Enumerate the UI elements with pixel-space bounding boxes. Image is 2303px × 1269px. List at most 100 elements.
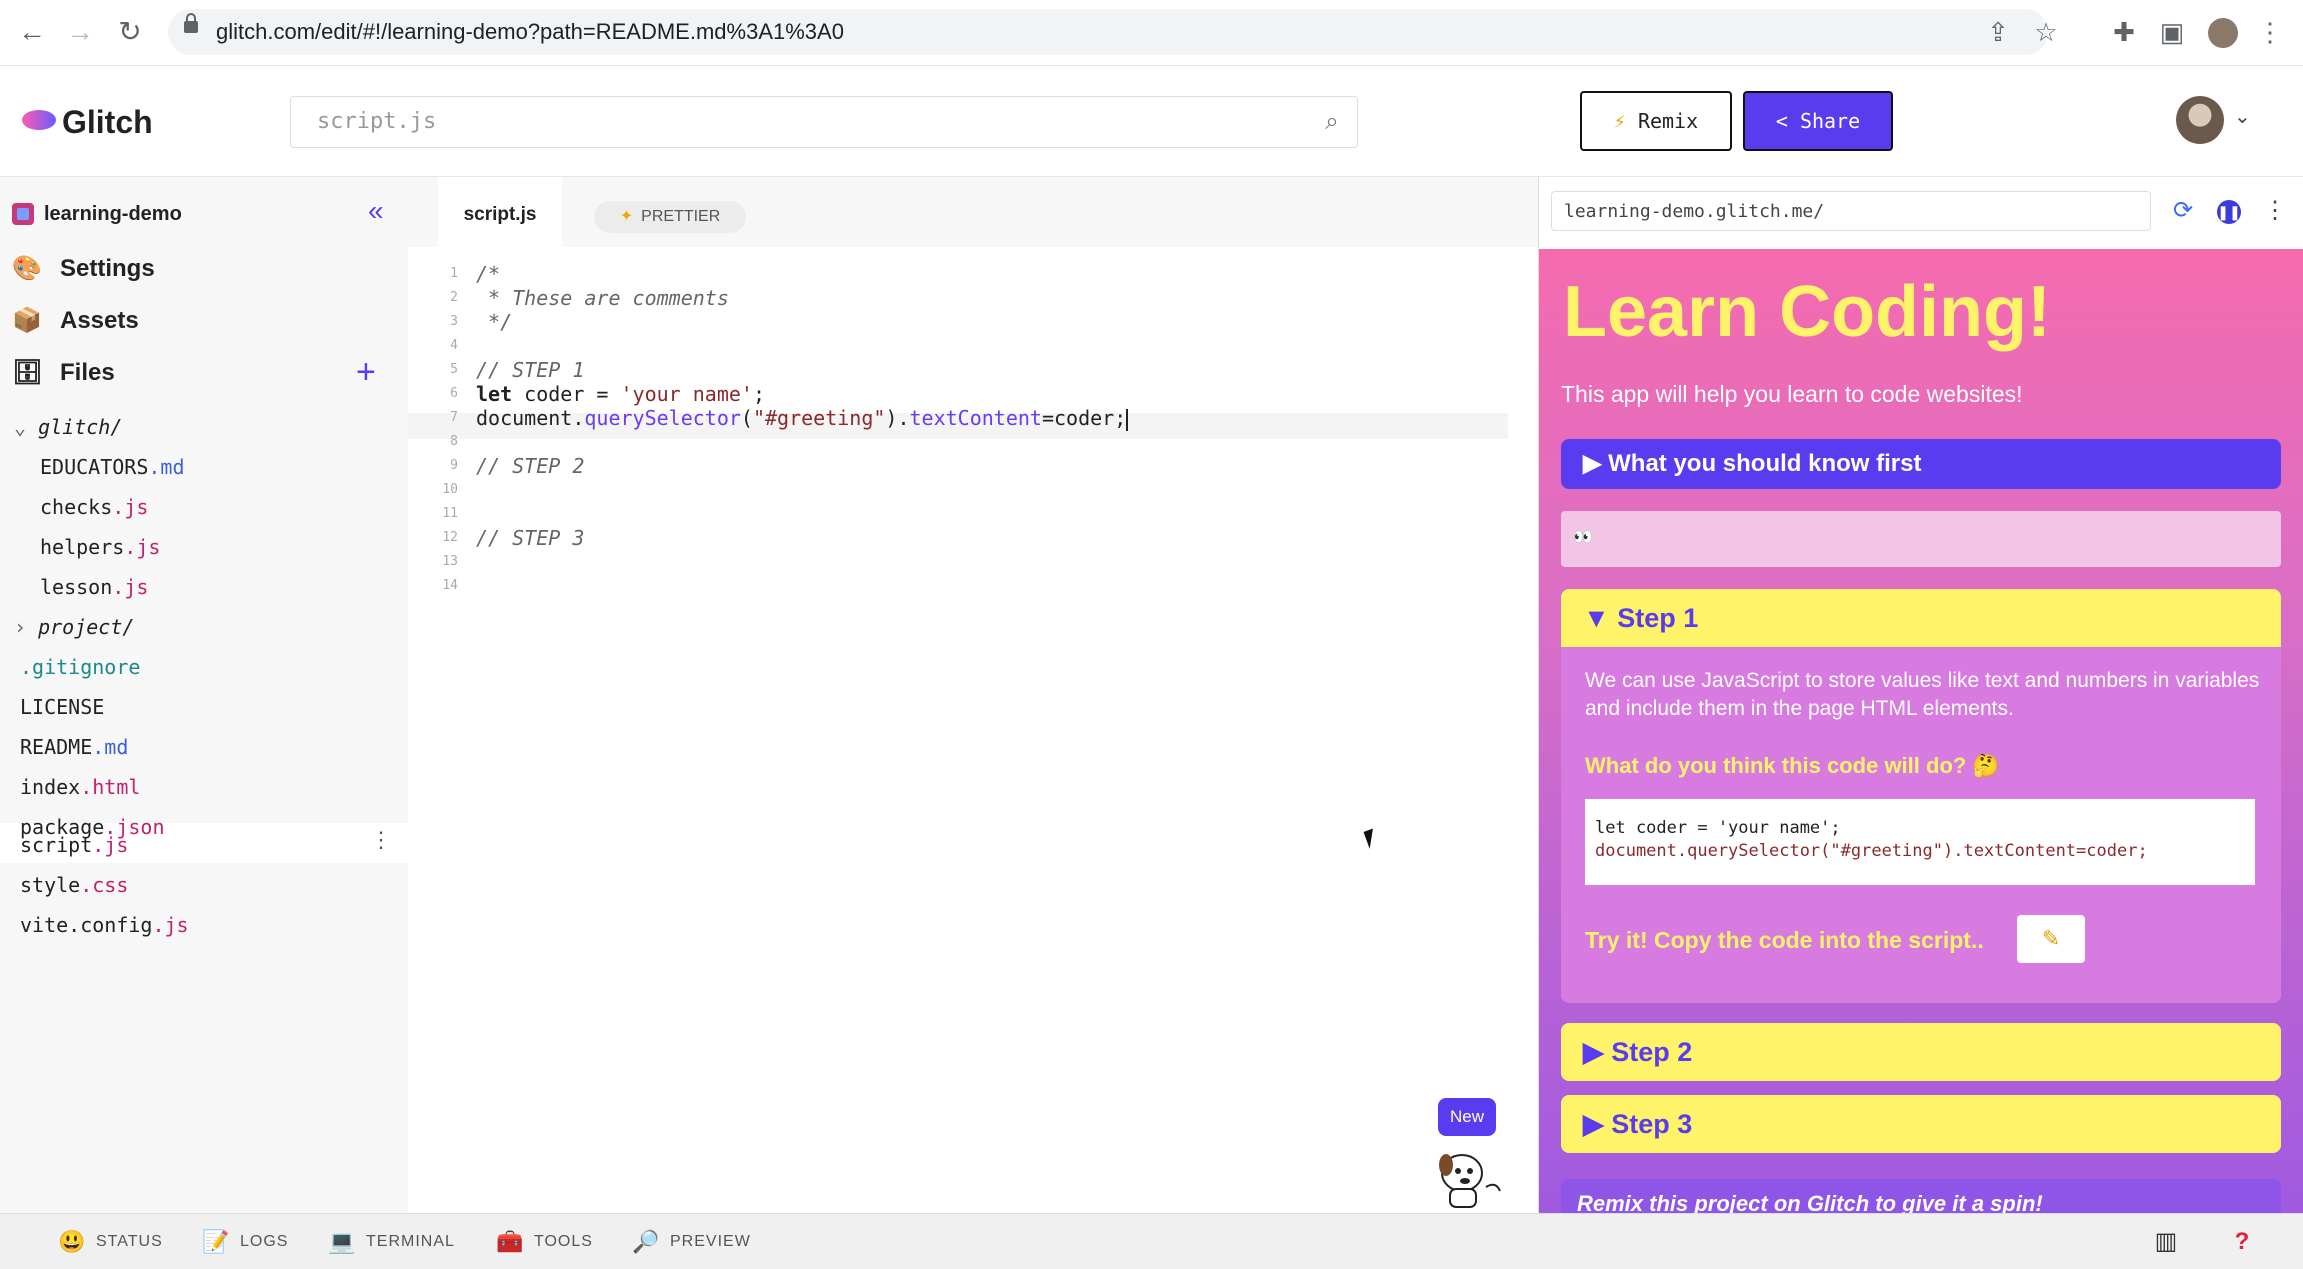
code-line: // STEP 1 (476, 358, 585, 382)
file-vite-config-js[interactable]: vite.config.js (20, 907, 189, 943)
share-button[interactable]: < Share (1743, 91, 1893, 151)
code-line: document.querySelector("#greeting").text… (476, 406, 1129, 431)
accordion-heading: ▶ What you should know first (1583, 450, 1922, 477)
tab-label: script.js (463, 204, 537, 225)
share-page-icon[interactable]: ⇪ (1980, 14, 2016, 50)
code-line: * These are comments (476, 286, 729, 310)
accordion-step-3[interactable]: ▶ Step 3 (1561, 1095, 2281, 1153)
line-number: 8 (450, 434, 458, 449)
file-style-css[interactable]: style.css (20, 867, 128, 903)
line-number: 9 (450, 458, 458, 473)
file-search-input[interactable]: script.js ⌕ (290, 96, 1358, 148)
code-line: let coder = 'your name'; (476, 382, 765, 406)
file-readme-md[interactable]: README.md (20, 729, 128, 765)
browser-menu-icon[interactable]: ⋮ (2252, 14, 2288, 50)
project-icon (12, 203, 34, 225)
refresh-preview-icon[interactable]: ⟳ (2167, 195, 2199, 227)
code-line: // STEP 2 (476, 454, 585, 478)
logo-text: Glitch (62, 104, 153, 140)
code-editor[interactable]: script.js ✦ PRETTIER 1 2 3 4 5 6 7 8 9 10… (408, 177, 1538, 1213)
bookmark-star-icon[interactable]: ☆ (2028, 14, 2064, 50)
new-badge[interactable]: New (1438, 1098, 1496, 1136)
line-number: 11 (442, 506, 458, 521)
file-checks-js[interactable]: checks.js (40, 489, 148, 525)
status-button[interactable]: 😃 STATUS (58, 1214, 163, 1269)
preview-button[interactable]: 🔎 PREVIEW (632, 1214, 751, 1269)
remix-banner[interactable]: Remix this project on Glitch to give it … (1561, 1179, 2281, 1213)
add-file-button[interactable]: + (356, 355, 376, 389)
file-options-icon[interactable]: ⋮ (370, 827, 392, 853)
folder-glitch[interactable]: ⌄ glitch/ (14, 409, 122, 445)
file-script-js[interactable]: script.js (20, 827, 128, 863)
help-icon[interactable]: ? (2226, 1226, 2258, 1258)
file-lesson-js[interactable]: lesson.js (40, 569, 148, 605)
accordion-heading: ▶ Step 3 (1583, 1109, 1693, 1139)
logs-icon: 📝 (202, 1228, 231, 1254)
back-icon[interactable]: ← (14, 14, 50, 50)
lightning-icon: ⚡ (1613, 109, 1626, 133)
keyboard-shortcuts-icon[interactable]: ▥ (2150, 1226, 2182, 1258)
terminal-button[interactable]: 💻 TERMINAL (328, 1214, 455, 1269)
status-bar: 😃 STATUS 📝 LOGS 💻 TERMINAL 🧰 TOOLS 🔎 PREVIEW … (0, 1213, 2303, 1269)
preview-pane: learning-demo.glitch.me/ ⟳ ❚❚ ⋮ Learn Co… (1538, 177, 2303, 1213)
accordion-know-first[interactable]: ▶ What you should know first (1561, 439, 2281, 489)
file-helpers-js[interactable]: helpers.js (40, 529, 160, 565)
smiley-icon: 😃 (58, 1228, 87, 1254)
side-panel-icon[interactable]: ▣ (2154, 14, 2190, 50)
file-index-html[interactable]: index.html (20, 769, 140, 805)
line-number: 1 (450, 266, 458, 281)
folder-project[interactable]: › project/ (14, 609, 134, 645)
reload-icon[interactable]: ↻ (112, 14, 148, 50)
editor-tabbar (408, 177, 1538, 247)
accordion-step-1[interactable]: ▼ Step 1 We can use JavaScript to store … (1561, 589, 2281, 1003)
preview-menu-icon[interactable]: ⋮ (2259, 195, 2291, 227)
forward-icon[interactable]: → (62, 14, 98, 50)
accordion-step-2[interactable]: ▶ Step 2 (1561, 1023, 2281, 1081)
logs-button[interactable]: 📝 LOGS (202, 1214, 288, 1269)
chevron-down-icon[interactable]: ⌄ (2234, 104, 2251, 129)
preview-page: Learn Coding! This app will help you lea… (1539, 249, 2303, 1213)
project-name: learning-demo (44, 203, 182, 225)
line-number: 7 (450, 410, 458, 425)
line-number: 2 (450, 290, 458, 305)
pencil-icon: ✎ (2041, 926, 2061, 951)
text-cursor (1126, 408, 1129, 431)
assets-icon: 📦 (12, 307, 42, 334)
extensions-icon[interactable]: ✚ (2106, 14, 2142, 50)
file-gitignore[interactable]: .gitignore (20, 649, 140, 685)
copy-code-button[interactable]: ✎ (2017, 915, 2085, 963)
remix-button[interactable]: ⚡ Remix (1580, 91, 1732, 151)
address-bar[interactable]: glitch.com/edit/#!/learning-demo?path=RE… (168, 9, 2058, 55)
file-license[interactable]: LICENSE (20, 689, 104, 725)
page-subtitle: This app will help you learn to code web… (1561, 381, 2023, 407)
eyes-icon: 👀 (1573, 529, 1593, 546)
tab-script-js[interactable]: script.js (438, 177, 562, 250)
terminal-icon: 💻 (328, 1228, 357, 1254)
step1-try-text: Try it! Copy the code into the script.. (1585, 927, 1984, 953)
collapse-sidebar-icon[interactable]: « (368, 195, 384, 227)
line-number: 5 (450, 362, 458, 377)
pause-icon[interactable]: ❚❚ (2213, 195, 2245, 227)
line-number: 4 (450, 338, 458, 353)
file-educators-md[interactable]: EDUCATORS.md (40, 449, 185, 485)
search-placeholder: script.js (317, 109, 437, 134)
files-icon: 🗄 (12, 359, 43, 386)
accordion-heading[interactable]: ▼ Step 1 (1561, 589, 2281, 647)
line-number: 13 (442, 554, 458, 569)
sidebar-item-label: Settings (60, 255, 155, 282)
user-avatar[interactable] (2176, 96, 2224, 144)
browser-toolbar: ← → ↻ glitch.com/edit/#!/learning-demo?p… (0, 0, 2303, 66)
prettier-button[interactable]: ✦ PRETTIER (594, 201, 746, 233)
preview-url-field[interactable]: learning-demo.glitch.me/ (1551, 191, 2151, 231)
page-title: Learn Coding! (1563, 272, 2051, 352)
address-text[interactable]: glitch.com/edit/#!/learning-demo?path=RE… (216, 9, 844, 55)
tools-button[interactable]: 🧰 TOOLS (496, 1214, 593, 1269)
line-number: 10 (442, 482, 458, 497)
search-icon: ⌕ (1325, 108, 1339, 135)
magnifier-icon: 🔎 (632, 1228, 661, 1254)
code-line: /* (476, 262, 501, 286)
profile-avatar[interactable] (2208, 18, 2238, 48)
dog-mascot-icon[interactable] (1428, 1143, 1504, 1209)
line-number: 3 (450, 314, 458, 329)
greeting-box: 👀 (1561, 511, 2281, 567)
